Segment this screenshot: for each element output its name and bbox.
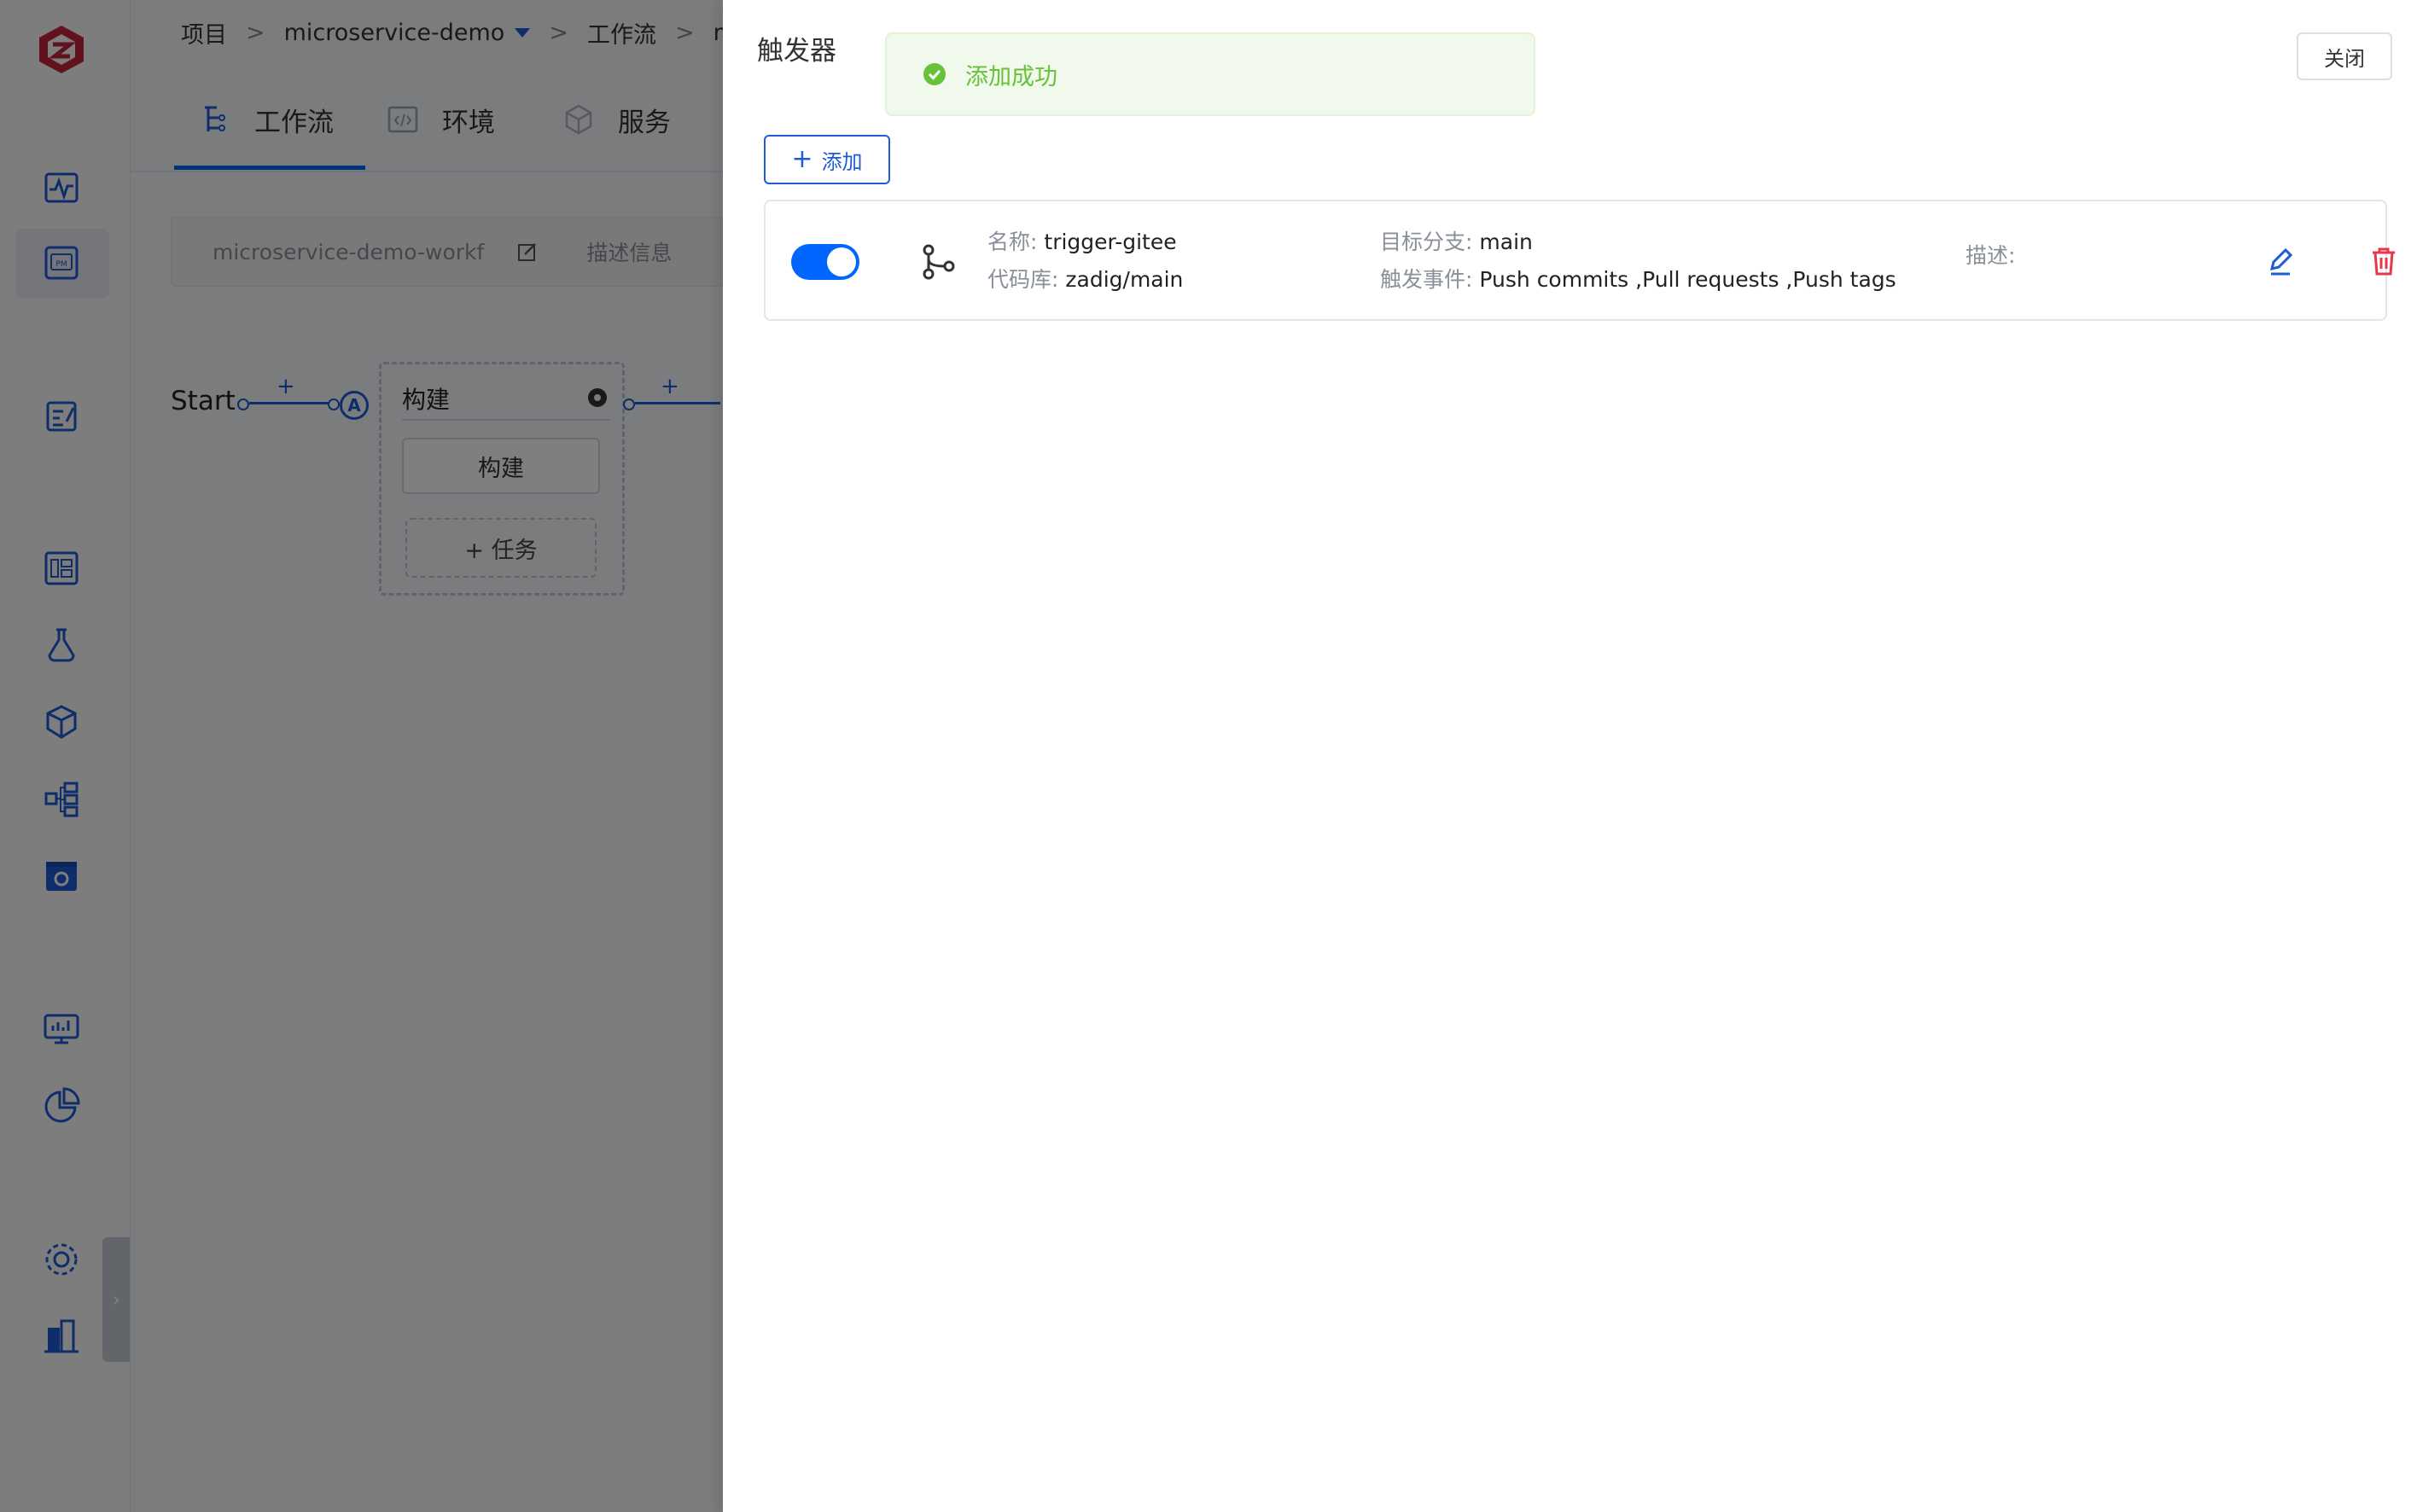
trigger-item: 名称: trigger-gitee 代码库: zadig/main 目标分支: … <box>764 200 2395 321</box>
trigger-events-key: 触发事件: <box>1380 267 1473 292</box>
trigger-name-key: 名称: <box>987 230 1038 254</box>
trigger-enable-toggle[interactable] <box>791 244 859 280</box>
git-branch-icon <box>923 244 955 280</box>
trash-icon[interactable] <box>2367 244 2401 278</box>
trigger-branch-key: 目标分支: <box>1380 230 1473 254</box>
trigger-branch-field: 目标分支: main <box>1380 225 1533 256</box>
trigger-name-field: 名称: trigger-gitee <box>987 225 1177 256</box>
trigger-description-field: 描述: <box>1966 239 2015 270</box>
success-toast: 添加成功 <box>885 32 1535 116</box>
trigger-branch-value: main <box>1479 230 1533 254</box>
toggle-knob <box>827 247 856 276</box>
trigger-drawer: 触发器 关闭 + 添加 名称: trigger-gitee 代码库: zadig… <box>723 0 2417 1512</box>
pencil-icon[interactable] <box>2264 244 2298 278</box>
trigger-repo-value: zadig/main <box>1065 267 1184 292</box>
trigger-events-field: 触发事件: Push commits ,Pull requests ,Push … <box>1380 263 1896 294</box>
add-trigger-label: 添加 <box>821 149 863 174</box>
plus-icon: + <box>791 144 813 174</box>
trigger-description-key: 描述: <box>1966 243 2016 268</box>
toast-message: 添加成功 <box>965 63 1057 90</box>
drawer-title: 触发器 <box>757 36 836 67</box>
trigger-repo-key: 代码库: <box>987 267 1059 292</box>
check-circle-icon <box>923 63 946 85</box>
trigger-name-value: trigger-gitee <box>1044 230 1177 254</box>
trigger-events-value: Push commits ,Pull requests ,Push tags <box>1479 267 1896 292</box>
trigger-repo-field: 代码库: zadig/main <box>987 263 1183 294</box>
close-button[interactable]: 关闭 <box>2297 32 2392 80</box>
add-trigger-button[interactable]: + 添加 <box>764 135 890 184</box>
